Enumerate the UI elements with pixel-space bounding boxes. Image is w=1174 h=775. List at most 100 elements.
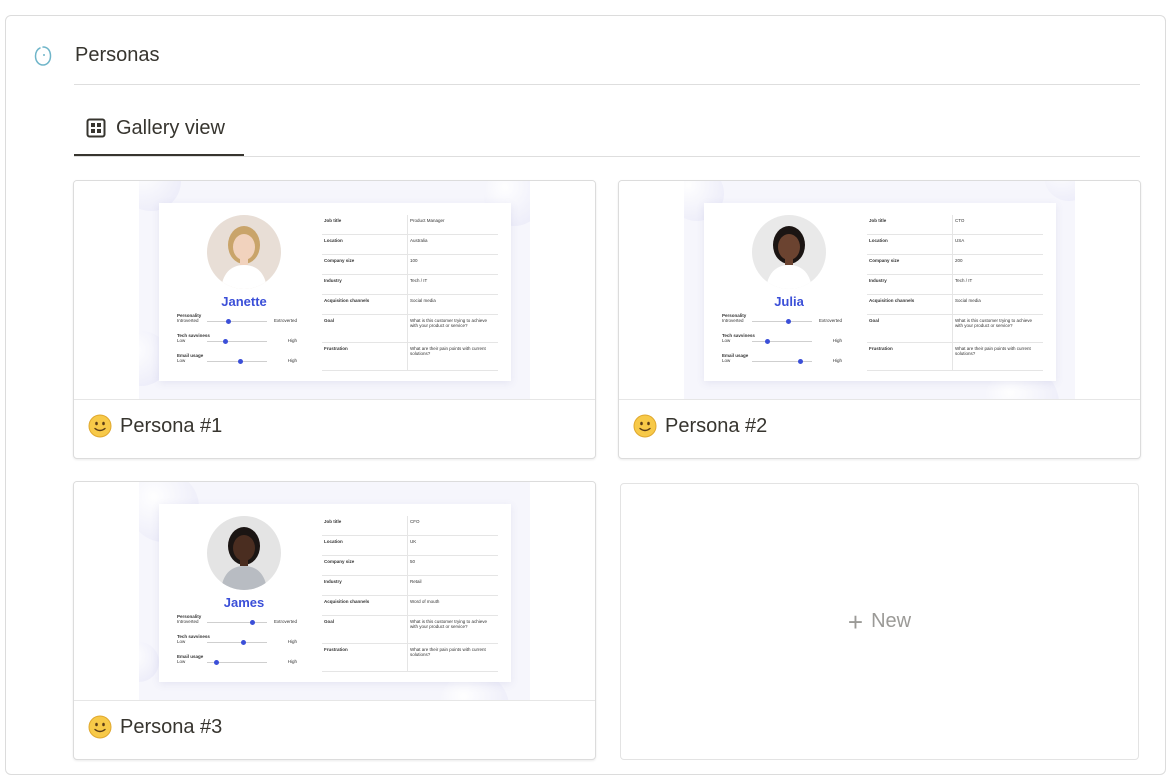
- persona-sheet: Janette Personality Introverted Extrover…: [159, 203, 511, 381]
- trait-slider: Personality Introverted Extroverted: [177, 313, 297, 326]
- field-label: Job title: [322, 516, 408, 535]
- avatar: [207, 516, 281, 590]
- trait-max-label: High: [287, 639, 297, 644]
- field-label: Company size: [322, 255, 408, 274]
- smiley-icon: [88, 715, 112, 739]
- field-value: Tech / IT: [955, 278, 973, 283]
- persona-field-row: Company size 50: [322, 556, 498, 576]
- plus-icon: +: [847, 606, 864, 637]
- trait-track: [207, 361, 267, 362]
- persona-slide: James Personality Introverted Extroverte…: [139, 482, 530, 700]
- trait-min-label: Introverted: [722, 318, 744, 323]
- persona-slide: Janette Personality Introverted Extrover…: [139, 181, 530, 399]
- field-label: Industry: [867, 275, 953, 294]
- persona-field-row: Frustration What are their pain points w…: [322, 644, 498, 672]
- trait-slider: Tech savviness Low High: [177, 634, 297, 647]
- field-value: Product Manager: [410, 218, 445, 223]
- persona-field-row: Location Australia: [322, 235, 498, 255]
- trait-knob: [765, 339, 770, 344]
- trait-track: [207, 341, 267, 342]
- trait-max-label: Extroverted: [273, 619, 297, 624]
- field-label: Acquisition channels: [322, 596, 408, 615]
- trait-max-label: High: [287, 358, 297, 363]
- field-label: Frustration: [322, 644, 408, 671]
- field-value: What are their pain points with current …: [410, 647, 486, 657]
- persona-details-table: Job title CFO Location UK Company size 5…: [322, 516, 498, 672]
- trait-slider: Personality Introverted Extroverted: [177, 614, 297, 627]
- trait-min-label: Low: [722, 358, 731, 363]
- avatar: [207, 215, 281, 289]
- persona-field-row: Acquisition channels Social media: [867, 295, 1043, 315]
- persona-details-table: Job title CTO Location USA Company size …: [867, 215, 1043, 371]
- card-cover: Julia Personality Introverted Extroverte…: [619, 181, 1140, 400]
- field-value: 200: [955, 258, 963, 263]
- trait-min-label: Introverted: [177, 619, 199, 624]
- trait-max-label: High: [832, 358, 842, 363]
- persona-field-row: Industry Tech / IT: [867, 275, 1043, 295]
- field-label: Frustration: [867, 343, 953, 370]
- trait-track: [207, 622, 267, 623]
- field-value: Tech / IT: [410, 278, 428, 283]
- new-card-label: New: [871, 610, 912, 632]
- tab-gallery-view[interactable]: Gallery view: [74, 112, 244, 157]
- field-value: What is this customer trying to achieve …: [955, 318, 1033, 328]
- card-caption: Persona #3: [88, 715, 222, 739]
- persona-field-row: Job title CFO: [322, 516, 498, 536]
- trait-knob: [214, 660, 219, 665]
- trait-slider: Tech savviness Low High: [177, 333, 297, 346]
- field-label: Job title: [322, 215, 408, 234]
- persona-field-row: Goal What is this customer trying to ach…: [867, 315, 1043, 343]
- persona-field-row: Frustration What are their pain points w…: [867, 343, 1043, 371]
- database-header: Personas: [34, 44, 160, 67]
- persona-name: James: [223, 595, 265, 610]
- trait-knob: [238, 359, 243, 364]
- field-value: UK: [410, 539, 417, 544]
- trait-track: [752, 321, 812, 322]
- card-title: Persona #1: [120, 414, 223, 437]
- trait-max-label: High: [832, 338, 842, 343]
- new-card-button[interactable]: + New: [620, 483, 1139, 760]
- card-title: Persona #3: [120, 715, 223, 738]
- trait-slider: Email usage Low High: [177, 353, 297, 366]
- field-value: CTO: [955, 218, 965, 223]
- card-cover: James Personality Introverted Extroverte…: [74, 482, 595, 701]
- persona-field-row: Frustration What are their pain points w…: [322, 343, 498, 371]
- card-caption: Persona #1: [88, 414, 222, 438]
- gallery-card[interactable]: Janette Personality Introverted Extrover…: [73, 180, 596, 459]
- field-value: What is this customer trying to achieve …: [410, 619, 488, 629]
- persona-field-row: Goal What is this customer trying to ach…: [322, 616, 498, 644]
- persona-sheet: Julia Personality Introverted Extroverte…: [704, 203, 1056, 381]
- header-divider: [74, 84, 1140, 85]
- trait-knob: [223, 339, 228, 344]
- field-label: Industry: [322, 576, 408, 595]
- smiley-icon: [88, 414, 112, 438]
- field-label: Location: [322, 235, 408, 254]
- trait-track: [752, 361, 812, 362]
- trait-knob: [786, 319, 791, 324]
- field-label: Goal: [867, 315, 953, 342]
- gallery-card[interactable]: Julia Personality Introverted Extroverte…: [618, 180, 1141, 459]
- persona-field-row: Industry Tech / IT: [322, 275, 498, 295]
- trait-slider: Email usage Low High: [177, 654, 297, 667]
- trait-min-label: Low: [177, 358, 186, 363]
- page-icon[interactable]: [34, 45, 52, 67]
- trait-min-label: Low: [177, 338, 186, 343]
- database-title[interactable]: Personas: [75, 44, 160, 67]
- persona-field-row: Location UK: [322, 536, 498, 556]
- field-label: Job title: [867, 215, 953, 234]
- persona-details-table: Job title Product Manager Location Austr…: [322, 215, 498, 371]
- field-label: Acquisition channels: [322, 295, 408, 314]
- field-label: Goal: [322, 315, 408, 342]
- persona-field-row: Job title Product Manager: [322, 215, 498, 235]
- trait-slider: Personality Introverted Extroverted: [722, 313, 842, 326]
- field-label: Goal: [322, 616, 408, 643]
- trait-knob: [798, 359, 803, 364]
- persona-name: Janette: [221, 294, 267, 309]
- persona-field-row: Industry Retail: [322, 576, 498, 596]
- trait-min-label: Low: [177, 639, 186, 644]
- trait-knob: [250, 620, 255, 625]
- trait-track: [752, 341, 812, 342]
- field-value: Word of mouth: [410, 599, 440, 604]
- decorative-bubble: [1044, 181, 1075, 201]
- gallery-card[interactable]: James Personality Introverted Extroverte…: [73, 481, 596, 760]
